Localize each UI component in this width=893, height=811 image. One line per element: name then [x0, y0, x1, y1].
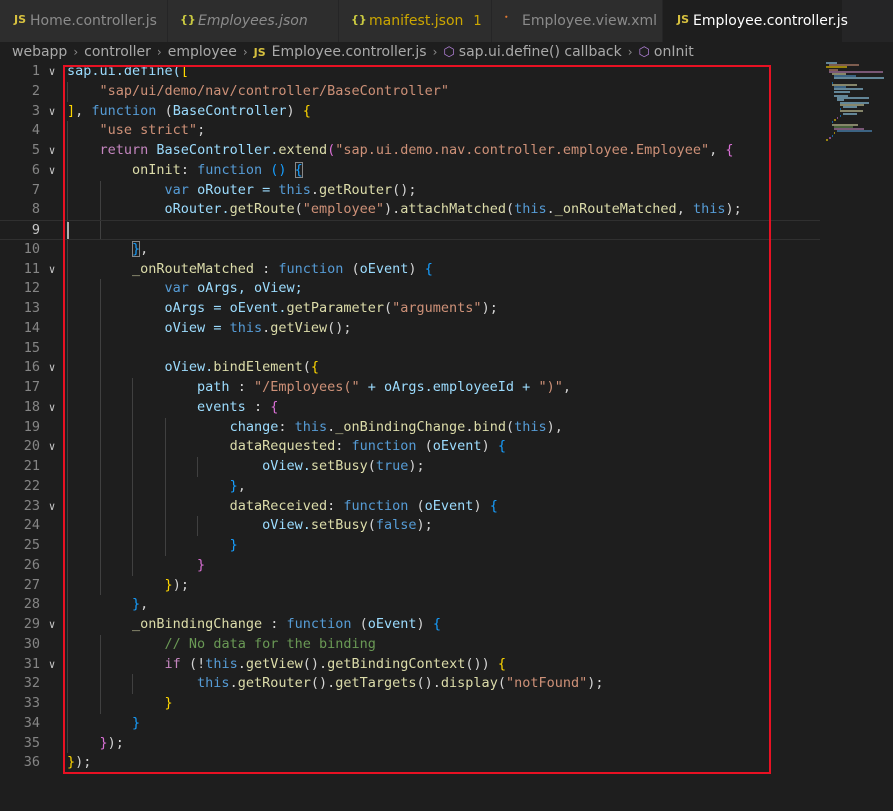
minimap-line [837, 117, 838, 119]
line-number: 11 [23, 260, 40, 277]
line-number: 10 [23, 240, 40, 257]
line-number: 29 [23, 616, 40, 632]
chevron-right-icon: › [627, 45, 633, 59]
line-number: 19 [23, 418, 40, 435]
line-number: 23 [23, 497, 40, 514]
fold-chevron-icon[interactable]: ∨ [45, 398, 59, 418]
symbol-method-icon: ⬡ [638, 44, 650, 60]
tab-manifest-json[interactable]: {} manifest.json 1 [339, 0, 492, 42]
line-number: 26 [23, 556, 40, 573]
tab-employees-json[interactable]: {} Employees.json [168, 0, 339, 42]
chevron-right-icon: › [432, 45, 438, 59]
minimap-line [842, 106, 857, 108]
breadcrumb-item-file[interactable]: Employee.controller.js [272, 44, 427, 60]
minimap[interactable] [826, 62, 892, 142]
fold-chevron-icon[interactable]: ∨ [45, 615, 59, 635]
symbol-method-icon: ⬡ [443, 44, 455, 60]
minimap-line [828, 136, 831, 139]
line-number: 16 [23, 359, 40, 376]
minimap-line [834, 90, 851, 93]
breadcrumb-item-controller[interactable]: controller [84, 44, 151, 60]
minimap-line [842, 112, 858, 115]
line-number: 34 [23, 714, 40, 731]
tab-label: manifest.json [369, 13, 464, 29]
fold-chevron-icon[interactable]: ∨ [45, 62, 59, 82]
js-file-icon: JS [253, 45, 266, 59]
line-number: 7 [31, 181, 40, 198]
fold-chevron-icon[interactable]: ∨ [45, 655, 59, 675]
chevron-right-icon: › [242, 45, 248, 59]
fold-chevron-icon[interactable]: ∨ [45, 358, 59, 378]
line-number: 27 [23, 576, 40, 593]
fold-chevron-icon[interactable]: ∨ [45, 141, 59, 161]
fold-chevron-icon[interactable]: ∨ [45, 102, 59, 122]
line-number: 22 [23, 477, 40, 494]
chevron-right-icon: › [156, 45, 162, 59]
line-number: 13 [23, 300, 40, 316]
line-number: 21 [23, 458, 40, 474]
line-number: 36 [23, 754, 40, 771]
problem-count-badge: 1 [473, 13, 482, 29]
line-number: 6 [31, 161, 40, 178]
minimap-line [834, 77, 885, 80]
fold-chevron-icon[interactable]: ∨ [45, 161, 59, 181]
tab-home-controller-js[interactable]: JS Home.controller.js [0, 0, 168, 42]
tab-employee-controller-js[interactable]: JS Employee.controller.js [663, 0, 848, 42]
minimap-line [834, 119, 837, 122]
line-number: 28 [23, 596, 40, 613]
highlight-box [63, 65, 771, 774]
breadcrumb: webapp › controller › employee › JS Empl… [0, 42, 893, 62]
tab-label: Employees.json [198, 13, 308, 29]
minimap-line [831, 134, 833, 137]
line-number: 9 [31, 222, 40, 238]
breadcrumb-item-employee[interactable]: employee [168, 44, 237, 60]
fold-chevron-icon[interactable]: ∨ [45, 437, 59, 457]
tab-label: Home.controller.js [30, 13, 157, 29]
line-number: 35 [23, 734, 40, 751]
minimap-line [837, 130, 873, 133]
line-number: 18 [23, 398, 40, 415]
json-file-icon: {} [351, 13, 367, 26]
line-number: 1 [31, 63, 40, 79]
line-number: 17 [23, 379, 40, 395]
line-number: 4 [31, 122, 40, 139]
minimap-line [834, 132, 836, 135]
line-number: 31 [23, 655, 40, 672]
js-file-icon: JS [14, 13, 27, 26]
line-number: 8 [31, 201, 40, 218]
line-number: 33 [23, 695, 40, 711]
tab-label: Employee.controller.js [693, 13, 848, 29]
breadcrumb-symbol-define-callback[interactable]: sap.ui.define() callback [459, 44, 622, 60]
line-number: 14 [23, 319, 40, 336]
tab-employee-view-xml[interactable]: ॱ Employee.view.xml [492, 0, 663, 42]
chevron-right-icon: › [73, 45, 79, 59]
line-number: 12 [23, 280, 40, 297]
breadcrumb-symbol-oninit[interactable]: onInit [654, 44, 694, 60]
line-number: 25 [23, 537, 40, 553]
js-file-icon: JS [677, 13, 690, 26]
line-number: 32 [23, 675, 40, 692]
fold-chevron-icon[interactable]: ∨ [45, 497, 59, 517]
editor-tab-bar: JS Home.controller.js{} Employees.json{} ma… [0, 0, 893, 42]
breadcrumb-item-webapp[interactable]: webapp [12, 44, 67, 60]
fold-chevron-icon[interactable]: ∨ [45, 260, 59, 280]
tab-label: Employee.view.xml [522, 13, 658, 29]
rss-xml-file-icon: ॱ [504, 13, 509, 29]
json-file-icon: {} [180, 13, 196, 26]
line-number: 30 [23, 635, 40, 652]
line-number: 20 [23, 438, 40, 455]
line-number: 24 [23, 517, 40, 534]
line-number: 15 [23, 339, 40, 356]
line-number: 2 [31, 82, 40, 99]
line-number: 5 [31, 142, 40, 158]
minimap-line [826, 139, 829, 141]
line-number: 3 [31, 102, 40, 119]
minimap-line [840, 114, 841, 117]
